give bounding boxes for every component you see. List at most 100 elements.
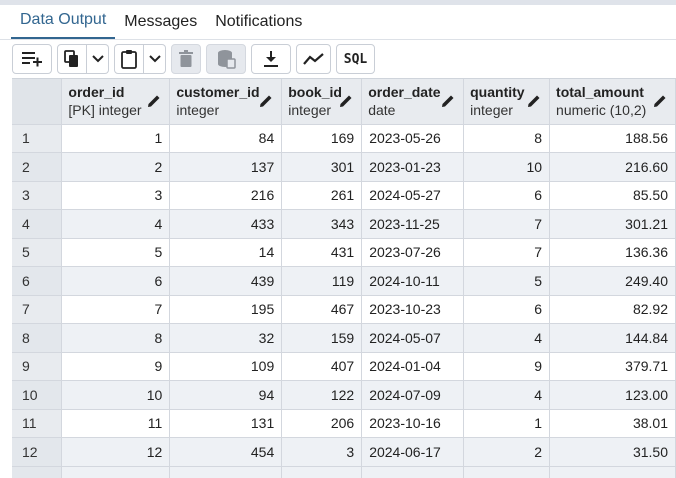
table-cell[interactable]: 2024-05-27 xyxy=(361,181,465,210)
row-number[interactable]: 1 xyxy=(12,124,63,153)
row-number[interactable]: 10 xyxy=(12,380,63,410)
column-header-total-amount[interactable]: total_amount numeric (10,2) xyxy=(549,79,676,125)
table-cell[interactable]: 6 xyxy=(463,295,551,324)
add-row-button[interactable] xyxy=(12,44,52,74)
row-number[interactable]: 2 xyxy=(12,152,63,182)
table-cell[interactable]: 2024-07-09 xyxy=(361,380,465,410)
table-row[interactable]: 1 1 84 169 2023-05-26 8 188.56 xyxy=(12,124,676,153)
table-cell[interactable]: 11 xyxy=(61,409,171,438)
table-cell[interactable]: 2023-10-16 xyxy=(361,409,465,438)
edit-pencil-icon[interactable] xyxy=(653,94,667,108)
row-number[interactable]: 12 xyxy=(12,437,63,467)
table-cell[interactable]: 131 xyxy=(169,409,283,438)
row-number[interactable]: 4 xyxy=(12,209,63,239)
table-cell[interactable]: 439 xyxy=(169,266,283,296)
table-cell[interactable]: 216 xyxy=(169,181,283,210)
table-cell[interactable]: 84 xyxy=(169,124,283,153)
row-number-header[interactable] xyxy=(12,79,63,125)
row-number[interactable]: 6 xyxy=(12,266,63,296)
table-cell[interactable]: 2023-11-25 xyxy=(361,209,465,239)
table-cell[interactable]: 2024-10-11 xyxy=(361,266,465,296)
table-cell[interactable]: 2 xyxy=(61,152,171,182)
table-cell[interactable]: 249.40 xyxy=(549,266,676,296)
table-cell[interactable]: 206 xyxy=(281,409,363,438)
copy-button[interactable] xyxy=(57,44,87,74)
table-cell[interactable]: 3 xyxy=(281,437,363,467)
table-cell[interactable]: 433 xyxy=(169,209,283,239)
table-cell[interactable]: 136.36 xyxy=(549,238,676,267)
edit-pencil-icon[interactable] xyxy=(527,94,541,108)
row-number[interactable]: 11 xyxy=(12,409,63,438)
table-cell[interactable]: 12 xyxy=(61,437,171,467)
table-cell[interactable]: 4 xyxy=(463,380,551,410)
save-data-button[interactable] xyxy=(206,44,246,74)
column-header-order-id[interactable]: order_id [PK] integer xyxy=(61,79,171,125)
table-row[interactable]: 5 5 14 431 2023-07-26 7 136.36 xyxy=(12,238,676,267)
tab-messages[interactable]: Messages xyxy=(115,4,206,39)
table-cell[interactable]: 10 xyxy=(61,380,171,410)
tab-data-output[interactable]: Data Output xyxy=(11,4,116,39)
table-cell[interactable]: 188.56 xyxy=(549,124,676,153)
table-cell[interactable]: 119 xyxy=(281,266,363,296)
table-cell[interactable]: 2024-06-17 xyxy=(361,437,465,467)
table-cell[interactable]: 4 xyxy=(463,323,551,353)
table-cell[interactable]: 2023-01-23 xyxy=(361,152,465,182)
table-row[interactable]: 4 4 433 343 2023-11-25 7 301.21 xyxy=(12,209,676,239)
table-cell[interactable]: 8 xyxy=(463,124,551,153)
table-row[interactable]: 8 8 32 159 2024-05-07 4 144.84 xyxy=(12,323,676,353)
table-cell[interactable]: 2024-05-07 xyxy=(361,323,465,353)
table-cell[interactable]: 9 xyxy=(61,352,171,381)
table-cell[interactable]: 6 xyxy=(463,181,551,210)
row-number[interactable]: 3 xyxy=(12,181,63,210)
column-header-book-id[interactable]: book_id integer xyxy=(281,79,363,125)
table-cell[interactable]: 38.01 xyxy=(549,409,676,438)
table-cell[interactable]: 32 xyxy=(169,323,283,353)
table-cell[interactable]: 7 xyxy=(61,295,171,324)
table-cell[interactable]: 261 xyxy=(281,181,363,210)
row-number[interactable]: 5 xyxy=(12,238,63,267)
table-row[interactable]: 7 7 195 467 2023-10-23 6 82.92 xyxy=(12,295,676,324)
table-cell[interactable]: 5 xyxy=(61,238,171,267)
column-header-customer-id[interactable]: customer_id integer xyxy=(169,79,283,125)
table-cell[interactable]: 216.60 xyxy=(549,152,676,182)
table-cell[interactable]: 2 xyxy=(463,437,551,467)
delete-row-button[interactable] xyxy=(171,44,201,74)
column-header-order-date[interactable]: order_date date xyxy=(361,79,465,125)
table-cell[interactable]: 9 xyxy=(463,352,551,381)
table-cell[interactable]: 10 xyxy=(463,152,551,182)
tab-notifications[interactable]: Notifications xyxy=(206,4,311,39)
table-row[interactable]: 10 10 94 122 2024-07-09 4 123.00 xyxy=(12,380,676,410)
table-cell[interactable]: 137 xyxy=(169,152,283,182)
table-cell[interactable]: 4 xyxy=(61,209,171,239)
table-cell[interactable]: 379.71 xyxy=(549,352,676,381)
table-cell[interactable]: 8 xyxy=(61,323,171,353)
table-cell[interactable]: 109 xyxy=(169,352,283,381)
table-cell[interactable]: 7 xyxy=(463,238,551,267)
sql-button[interactable]: SQL xyxy=(336,44,375,74)
table-cell[interactable]: 3 xyxy=(61,181,171,210)
table-cell[interactable]: 82.92 xyxy=(549,295,676,324)
table-cell[interactable]: 301.21 xyxy=(549,209,676,239)
table-row[interactable]: 11 11 131 206 2023-10-16 1 38.01 xyxy=(12,409,676,438)
edit-pencil-icon[interactable] xyxy=(339,94,353,108)
table-cell[interactable]: 6 xyxy=(61,266,171,296)
table-cell[interactable]: 1 xyxy=(463,409,551,438)
edit-pencil-icon[interactable] xyxy=(441,94,455,108)
row-number[interactable]: 7 xyxy=(12,295,63,324)
table-cell[interactable]: 5 xyxy=(463,266,551,296)
table-cell[interactable]: 169 xyxy=(281,124,363,153)
paste-button[interactable] xyxy=(114,44,144,74)
table-cell[interactable]: 195 xyxy=(169,295,283,324)
table-cell[interactable]: 14 xyxy=(169,238,283,267)
table-cell[interactable]: 2023-07-26 xyxy=(361,238,465,267)
table-cell[interactable]: 1 xyxy=(61,124,171,153)
table-cell[interactable]: 85.50 xyxy=(549,181,676,210)
table-cell[interactable]: 123.00 xyxy=(549,380,676,410)
row-number[interactable]: 9 xyxy=(12,352,63,381)
table-row[interactable]: 3 3 216 261 2024-05-27 6 85.50 xyxy=(12,181,676,210)
row-number[interactable]: 8 xyxy=(12,323,63,353)
download-button[interactable] xyxy=(251,44,291,74)
graph-visualiser-button[interactable] xyxy=(296,44,331,74)
table-cell[interactable]: 454 xyxy=(169,437,283,467)
table-cell[interactable]: 2024-01-04 xyxy=(361,352,465,381)
